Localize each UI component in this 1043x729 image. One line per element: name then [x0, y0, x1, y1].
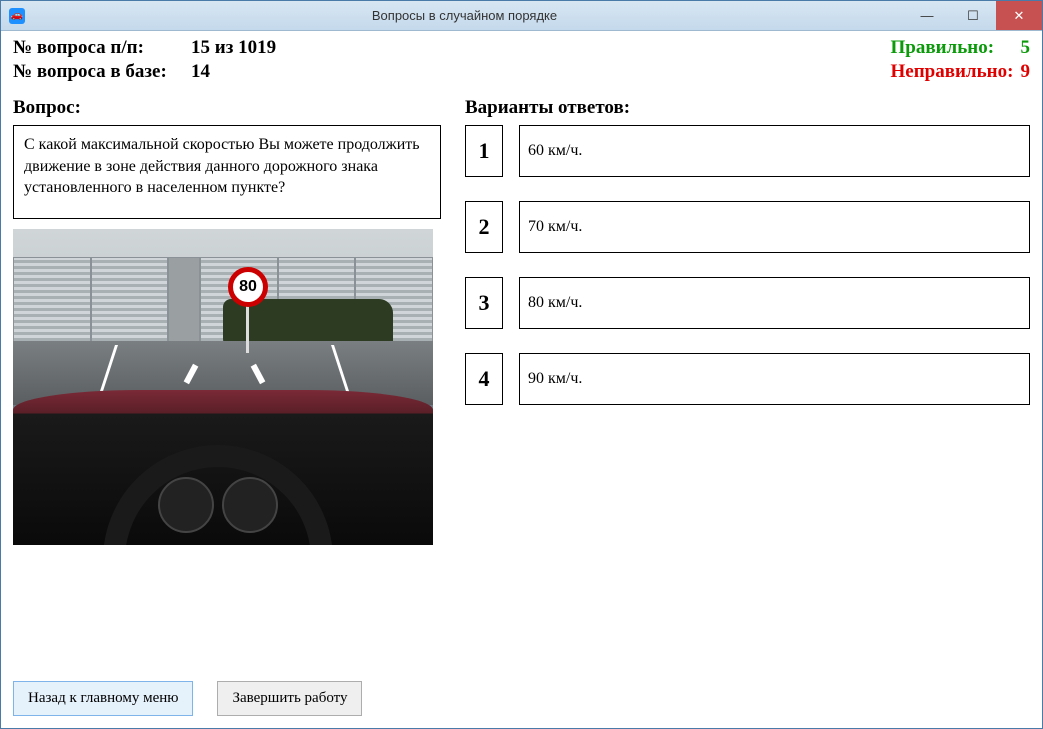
wrong-label: Неправильно:: [891, 61, 1021, 83]
answers-list: 1 60 км/ч. 2 70 км/ч. 3 80 км/ч. 4 90 км…: [465, 125, 1030, 405]
app-icon: 🚗: [9, 8, 25, 24]
header-stats: № вопроса п/п: 15 из 1019 № вопроса в ба…: [13, 37, 1030, 83]
question-order-label: № вопроса п/п:: [13, 37, 191, 59]
question-order-value: 15 из 1019: [191, 37, 276, 59]
question-title: Вопрос:: [13, 97, 441, 119]
window-controls: — ☐ ✕: [904, 1, 1042, 30]
question-text: С какой максимальной скоростью Вы можете…: [13, 125, 441, 219]
main-area: Вопрос: С какой максимальной скоростью В…: [13, 97, 1030, 671]
close-button[interactable]: ✕: [996, 1, 1042, 30]
answer-number: 1: [465, 125, 503, 177]
answer-text: 60 км/ч.: [519, 125, 1030, 177]
answers-title: Варианты ответов:: [465, 97, 1030, 119]
back-button[interactable]: Назад к главному меню: [13, 681, 193, 716]
answers-column: Варианты ответов: 1 60 км/ч. 2 70 км/ч. …: [465, 97, 1030, 671]
content-area: № вопроса п/п: 15 из 1019 № вопроса в ба…: [1, 31, 1042, 728]
answer-number: 4: [465, 353, 503, 405]
correct-label: Правильно:: [891, 37, 1021, 59]
app-window: 🚗 Вопросы в случайном порядке — ☐ ✕ № во…: [0, 0, 1043, 729]
wrong-value: 9: [1021, 61, 1031, 83]
answer-number: 3: [465, 277, 503, 329]
window-title: Вопросы в случайном порядке: [25, 8, 904, 23]
footer-buttons: Назад к главному меню Завершить работу: [13, 671, 1030, 716]
question-column: Вопрос: С какой максимальной скоростью В…: [13, 97, 441, 671]
answer-option[interactable]: 1 60 км/ч.: [465, 125, 1030, 177]
question-image: 80: [13, 229, 433, 545]
answer-text: 90 км/ч.: [519, 353, 1030, 405]
question-base-label: № вопроса в базе:: [13, 61, 191, 83]
speed-sign-icon: 80: [228, 267, 268, 307]
answer-option[interactable]: 3 80 км/ч.: [465, 277, 1030, 329]
answer-option[interactable]: 2 70 км/ч.: [465, 201, 1030, 253]
answer-text: 70 км/ч.: [519, 201, 1030, 253]
answer-option[interactable]: 4 90 км/ч.: [465, 353, 1030, 405]
answer-text: 80 км/ч.: [519, 277, 1030, 329]
maximize-button[interactable]: ☐: [950, 1, 996, 30]
answer-number: 2: [465, 201, 503, 253]
correct-value: 5: [1021, 37, 1031, 59]
minimize-button[interactable]: —: [904, 1, 950, 30]
finish-button[interactable]: Завершить работу: [217, 681, 362, 716]
question-base-value: 14: [191, 61, 210, 83]
titlebar[interactable]: 🚗 Вопросы в случайном порядке — ☐ ✕: [1, 1, 1042, 31]
